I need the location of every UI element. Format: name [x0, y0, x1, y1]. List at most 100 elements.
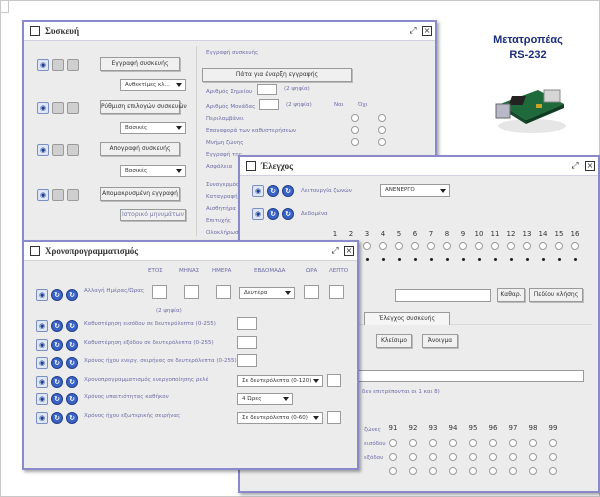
refresh-icon[interactable]: ↻ [51, 357, 63, 369]
minute-input[interactable] [329, 285, 344, 299]
zone-radio[interactable] [475, 242, 483, 250]
frame-icon[interactable]: ◉ [36, 393, 48, 405]
refresh-icon[interactable]: ↻ [267, 208, 279, 220]
bottom-radio[interactable] [389, 453, 397, 461]
frame-icon[interactable]: ◉ [37, 144, 49, 156]
phone-number-input[interactable] [395, 289, 491, 302]
refresh-icon[interactable]: ↻ [51, 412, 63, 424]
restore-icon[interactable]: ⤢ [330, 246, 340, 256]
frame-icon[interactable]: ◉ [36, 376, 48, 388]
bottom-radio[interactable] [469, 453, 477, 461]
radio-no[interactable] [378, 126, 386, 134]
external-siren-input[interactable] [327, 411, 341, 424]
open-action-button[interactable]: Άνοιγμα [422, 334, 458, 348]
zone-radio[interactable] [555, 242, 563, 250]
device-row-3-button[interactable]: Απογραφή συσκευής [100, 142, 180, 156]
refresh-icon[interactable]: ↻ [282, 208, 294, 220]
bottom-radio[interactable] [409, 467, 417, 475]
device-row-2-button[interactable]: Ρύθμιση επιλογών συσκευών [100, 100, 187, 114]
close-action-button[interactable]: Κλείσιμο [376, 334, 412, 348]
zone-radio[interactable] [379, 242, 387, 250]
bottom-radio[interactable] [449, 453, 457, 461]
frame-icon[interactable]: ◉ [36, 289, 48, 301]
bottom-radio[interactable] [449, 467, 457, 475]
clear-button[interactable]: Καθαρ. [497, 288, 525, 302]
refresh-icon[interactable]: ↻ [51, 320, 63, 332]
bottom-radio[interactable] [489, 467, 497, 475]
refresh-icon[interactable]: ↻ [66, 376, 78, 388]
refresh-icon[interactable]: ↻ [66, 393, 78, 405]
zone-radio[interactable] [411, 242, 419, 250]
frame-icon[interactable]: ◉ [36, 339, 48, 351]
bottom-radio[interactable] [529, 453, 537, 461]
bottom-radio[interactable] [429, 439, 437, 447]
zone-radio[interactable] [395, 242, 403, 250]
bottom-radio[interactable] [389, 467, 397, 475]
frame-icon[interactable]: ◉ [36, 357, 48, 369]
frame-icon[interactable]: ◉ [37, 102, 49, 114]
refresh-icon[interactable]: ↻ [51, 393, 63, 405]
day-input[interactable] [216, 285, 231, 299]
zone-radio[interactable] [491, 242, 499, 250]
bottom-radio[interactable] [509, 467, 517, 475]
refresh-icon[interactable]: ↻ [66, 412, 78, 424]
external-siren-dropdown[interactable]: Σε δευτερόλεπτα (0-60) [237, 412, 323, 424]
radio-yes[interactable] [351, 138, 359, 146]
siren-time-input[interactable] [237, 354, 257, 367]
bottom-radio[interactable] [509, 453, 517, 461]
frame-icon[interactable]: ◉ [36, 320, 48, 332]
window-control-titlebar[interactable]: Έλεγχος ⤢ × [240, 157, 598, 176]
bottom-radio[interactable] [469, 467, 477, 475]
bottom-radio[interactable] [409, 453, 417, 461]
zone-radio[interactable] [363, 242, 371, 250]
bottom-radio[interactable] [509, 439, 517, 447]
relay-timing-input[interactable] [327, 374, 341, 387]
zone-radio[interactable] [459, 242, 467, 250]
exit-delay-input[interactable] [237, 336, 257, 349]
bottom-radio[interactable] [449, 439, 457, 447]
zone-radio[interactable] [427, 242, 435, 250]
duty-time-dropdown[interactable]: 4 Ώρες [237, 393, 293, 405]
radio-no[interactable] [378, 114, 386, 122]
window-device-titlebar[interactable]: Συσκευή ⤢ × [24, 22, 435, 41]
message-history-button[interactable]: Ιστορικό μηνυμάτων [120, 209, 186, 221]
restore-icon[interactable]: ⤢ [408, 26, 418, 36]
point-number-input[interactable] [257, 84, 277, 95]
bottom-radio[interactable] [389, 439, 397, 447]
weekday-dropdown[interactable]: Δευτέρα [239, 287, 295, 299]
refresh-icon[interactable]: ↻ [51, 339, 63, 351]
entry-delay-input[interactable] [237, 317, 257, 330]
refresh-icon[interactable]: ↻ [267, 185, 279, 197]
close-icon[interactable]: × [585, 161, 595, 171]
close-icon[interactable]: × [344, 246, 354, 256]
refresh-icon[interactable]: ↻ [51, 289, 63, 301]
refresh-icon[interactable]: ↻ [66, 289, 78, 301]
frame-icon[interactable]: ◉ [252, 185, 264, 197]
unit-number-input[interactable] [259, 99, 279, 110]
zone-radio[interactable] [443, 242, 451, 250]
bottom-radio[interactable] [469, 439, 477, 447]
bottom-radio[interactable] [409, 439, 417, 447]
frame-icon[interactable]: ◉ [37, 59, 49, 71]
bottom-radio[interactable] [489, 439, 497, 447]
month-input[interactable] [184, 285, 199, 299]
bottom-radio[interactable] [529, 467, 537, 475]
refresh-icon[interactable]: ↻ [66, 320, 78, 332]
year-input[interactable] [152, 285, 167, 299]
tab-device-control[interactable]: Έλεγχος συσκευής [364, 312, 450, 325]
close-icon[interactable]: × [422, 26, 432, 36]
refresh-icon[interactable]: ↻ [282, 185, 294, 197]
refresh-icon[interactable]: ↻ [66, 339, 78, 351]
device-row-4-button[interactable]: Απομακρυσμένη εγγραφή [100, 187, 180, 201]
frame-icon[interactable]: ◉ [36, 412, 48, 424]
bottom-radio[interactable] [489, 453, 497, 461]
bottom-radio[interactable] [429, 453, 437, 461]
radio-yes[interactable] [351, 126, 359, 134]
zone-radio[interactable] [571, 242, 579, 250]
refresh-icon[interactable]: ↻ [66, 357, 78, 369]
bottom-radio[interactable] [549, 467, 557, 475]
zone-radio[interactable] [523, 242, 531, 250]
bottom-radio[interactable] [549, 453, 557, 461]
device-row-1-button[interactable]: Εγγραφή συσκευής [100, 57, 180, 71]
device-row-2-dropdown[interactable]: Βασικές [120, 122, 186, 134]
